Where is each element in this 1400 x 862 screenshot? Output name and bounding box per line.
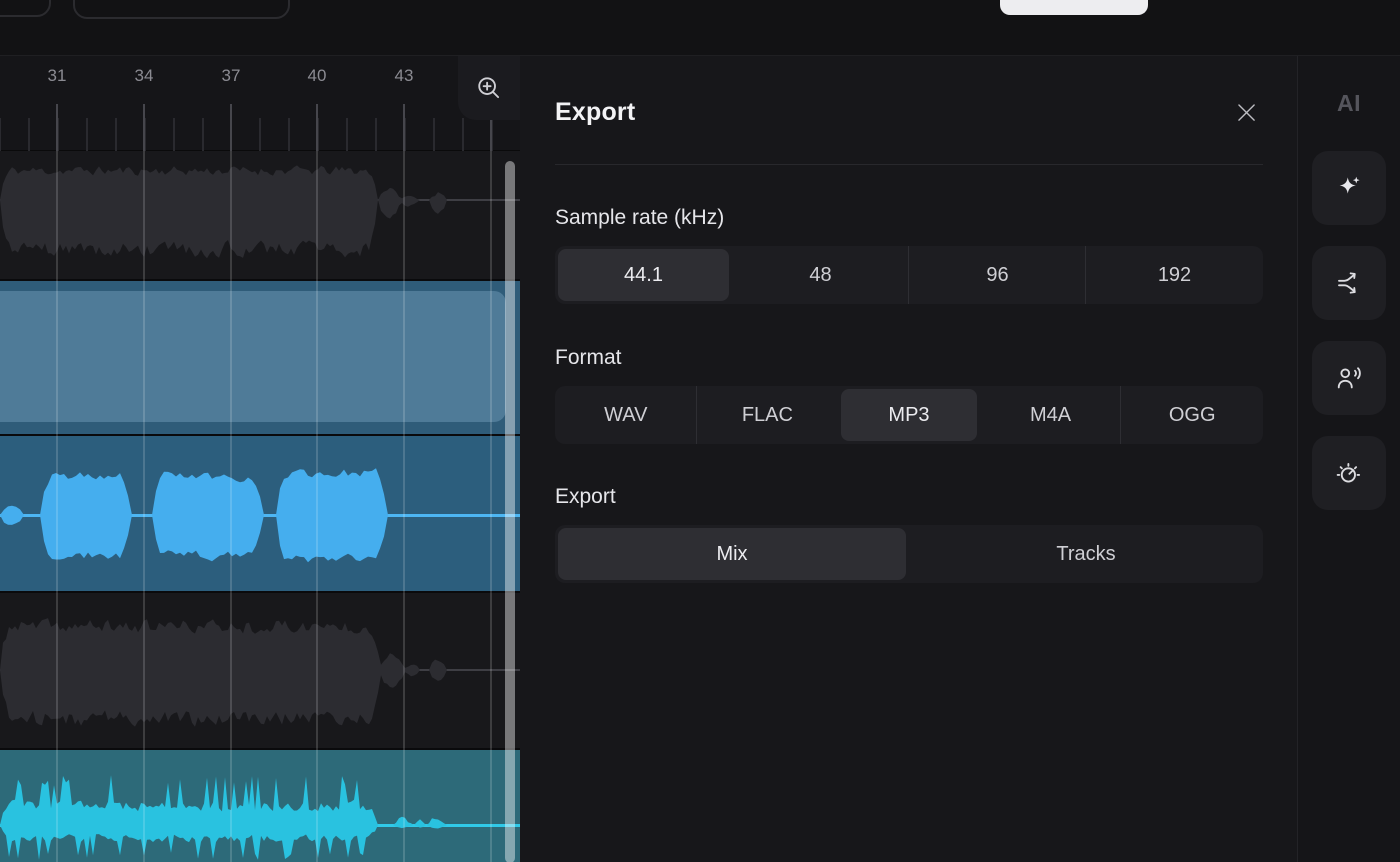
panel-title: Export — [555, 98, 635, 127]
option-label: OGG — [1169, 404, 1216, 427]
option-96[interactable]: 96 — [909, 246, 1086, 304]
option-label: MP3 — [888, 404, 929, 427]
ruler-tick-minor — [202, 118, 204, 151]
ruler-tick-minor — [433, 118, 435, 151]
header-divider — [555, 164, 1263, 165]
ruler-tick-label: 40 — [297, 66, 337, 86]
track-4-waveform[interactable] — [0, 591, 520, 748]
segment-divider — [696, 386, 697, 444]
close-button[interactable] — [1231, 97, 1261, 127]
option-label: Mix — [716, 543, 747, 566]
section-label: Sample rate (kHz) — [555, 206, 724, 230]
ruler-tick-minor — [115, 118, 117, 151]
split-arrows-icon — [1334, 268, 1364, 298]
gridline — [230, 151, 232, 862]
segmented-control: 44.1 48 96 192 — [555, 246, 1263, 304]
option-label: Tracks — [1056, 543, 1115, 566]
option-wav[interactable]: WAV — [555, 386, 697, 444]
sparkle-icon — [1334, 173, 1364, 203]
timeline-area: 31 34 37 40 43 — [0, 56, 520, 862]
option-flac[interactable]: FLAC — [697, 386, 839, 444]
section-label: Export — [555, 485, 616, 509]
ai-tool-button-split-arrows[interactable] — [1312, 246, 1386, 320]
option-label: 96 — [986, 264, 1008, 287]
gridline — [316, 151, 318, 862]
close-icon — [1233, 99, 1259, 125]
option-192[interactable]: 192 — [1086, 246, 1263, 304]
tempo-icon — [1334, 458, 1364, 488]
option-tracks[interactable]: Tracks — [909, 525, 1263, 583]
export-panel: Export Sample rate (kHz) 44.1 48 96 192 Forma… — [520, 56, 1297, 862]
ai-sidebar-label: AI — [1298, 90, 1400, 117]
option-label: 44.1 — [624, 264, 663, 287]
waveform — [0, 151, 520, 279]
waveform — [0, 593, 520, 750]
segmented-control: WAV FLAC MP3 M4A OGG — [555, 386, 1263, 444]
gridline — [56, 151, 58, 862]
segment-divider — [1085, 246, 1086, 304]
segment-divider — [1120, 386, 1121, 444]
zoom-in-button[interactable] — [458, 56, 520, 120]
option-label: M4A — [1030, 404, 1071, 427]
ai-tool-button-voice[interactable] — [1312, 341, 1386, 415]
track-3-waveform[interactable] — [0, 434, 520, 591]
segment-divider — [908, 246, 909, 304]
option-label: WAV — [604, 404, 647, 427]
voice-icon — [1334, 363, 1364, 393]
main-area: 3134374043 Export Sample rate (kHz)44.14… — [0, 55, 1400, 862]
ruler-tick-major — [143, 104, 145, 151]
gridline — [403, 151, 405, 862]
timeline-ruler[interactable]: 31 34 37 40 43 — [0, 56, 520, 151]
option-label: 48 — [809, 264, 831, 287]
option-label: FLAC — [742, 404, 793, 427]
ruler-tick-minor — [86, 118, 88, 151]
ruler-tick-major — [230, 104, 232, 151]
toolbar-button-partial-left[interactable] — [0, 0, 51, 17]
option-mp3[interactable]: MP3 — [838, 386, 980, 444]
ruler-tick-minor — [462, 118, 464, 151]
option-m4a[interactable]: M4A — [980, 386, 1122, 444]
track-2-selected-clip[interactable] — [0, 279, 520, 434]
toolbar-button-partial[interactable] — [73, 0, 290, 19]
primary-action-button[interactable] — [1000, 0, 1148, 15]
segmented-control: Mix Tracks — [555, 525, 1263, 583]
option-mix[interactable]: Mix — [555, 525, 909, 583]
ruler-tick-minor — [259, 118, 261, 151]
ruler-tick-label: 34 — [124, 66, 164, 86]
ruler-tick-minor — [28, 118, 30, 151]
option-ogg[interactable]: OGG — [1121, 386, 1263, 444]
ruler-tick-label: 31 — [37, 66, 77, 86]
ai-tool-button-sparkle[interactable] — [1312, 151, 1386, 225]
selected-clip-body[interactable] — [0, 291, 506, 422]
option-44-1[interactable]: 44.1 — [555, 246, 732, 304]
top-toolbar — [0, 0, 1400, 55]
waveform — [0, 436, 520, 593]
track-5-waveform[interactable] — [0, 748, 520, 862]
ruler-tick-major — [316, 104, 318, 151]
export-panel-header: Export — [555, 96, 1261, 128]
ruler-tick-minor — [288, 118, 290, 151]
option-48[interactable]: 48 — [732, 246, 909, 304]
track-1-waveform[interactable] — [0, 151, 520, 279]
ruler-tick-minor — [346, 118, 348, 151]
ai-sidebar: AI — [1297, 56, 1400, 862]
ai-tool-button-tempo[interactable] — [1312, 436, 1386, 510]
ruler-tick-label: 43 — [384, 66, 424, 86]
gridline — [490, 151, 492, 862]
ruler-tick-major — [403, 104, 405, 151]
tracks-container — [0, 151, 520, 862]
section-label: Format — [555, 346, 622, 370]
app-root: 3134374043 Export Sample rate (kHz)44.14… — [0, 0, 1400, 862]
ruler-tick-minor — [0, 118, 1, 151]
option-label: 192 — [1158, 264, 1191, 287]
ruler-tick-minor — [173, 118, 175, 151]
vertical-scrollbar[interactable] — [505, 161, 515, 862]
ruler-tick-major — [56, 104, 58, 151]
gridline — [143, 151, 145, 862]
magnifier-plus-icon — [474, 73, 504, 103]
ruler-tick-label: 37 — [211, 66, 251, 86]
ruler-tick-minor — [375, 118, 377, 151]
waveform — [0, 750, 520, 862]
